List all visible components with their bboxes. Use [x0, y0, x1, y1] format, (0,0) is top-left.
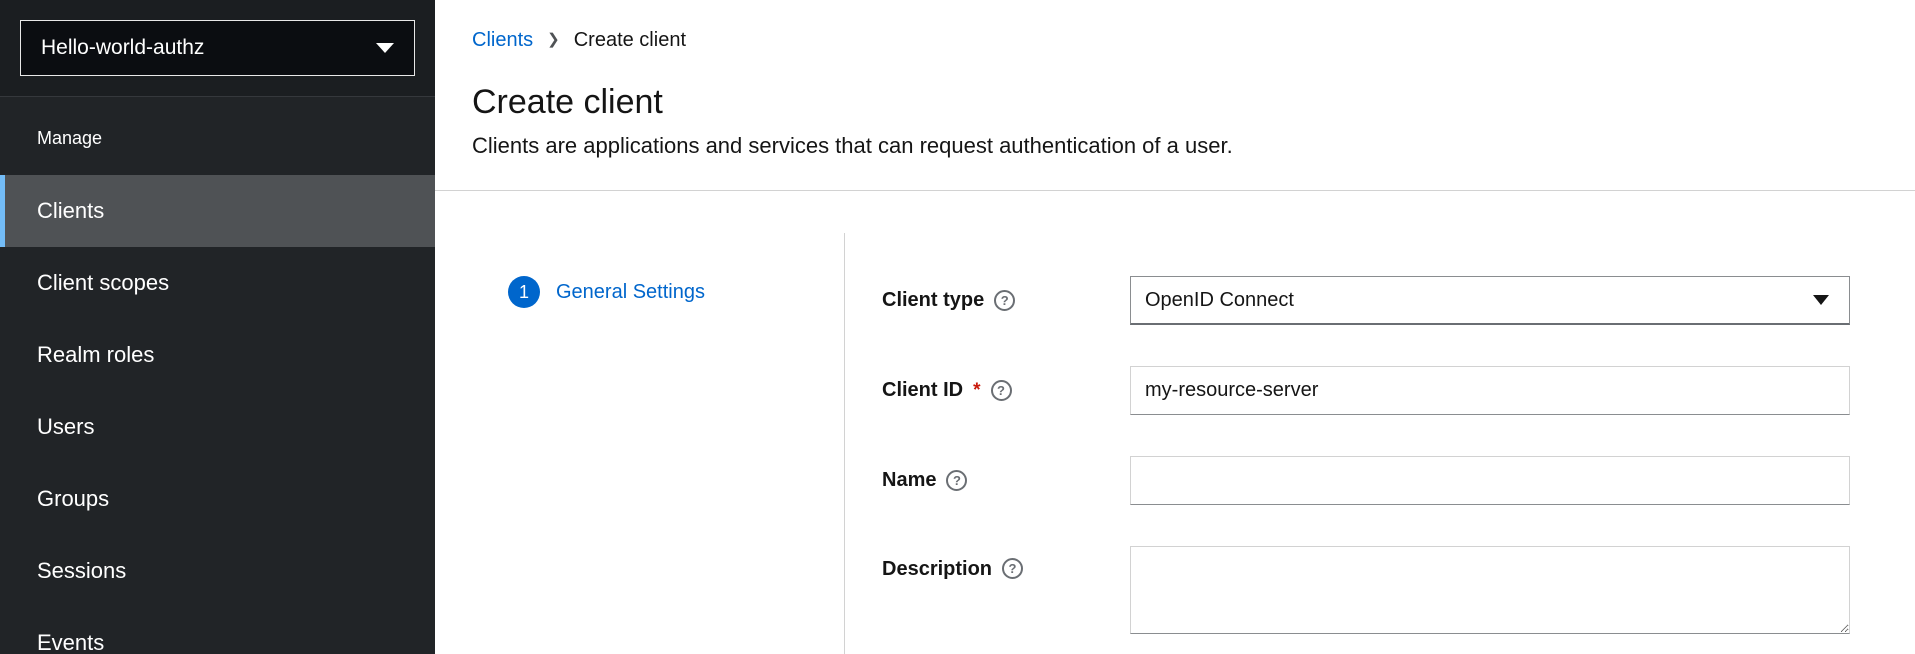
page-header: Clients ❯ Create client Create client Cl…: [435, 0, 1915, 160]
client-type-select[interactable]: OpenID Connect: [1130, 276, 1850, 325]
breadcrumb-clients-link[interactable]: Clients: [472, 28, 533, 52]
client-type-label-group: Client type ?: [882, 276, 1130, 325]
realm-selector-area: Hello-world-authz: [0, 0, 435, 97]
nav-item-label: Groups: [37, 486, 109, 511]
nav-item-label: Sessions: [37, 558, 126, 583]
client-type-selected-value: OpenID Connect: [1145, 289, 1294, 312]
nav-item-label: Realm roles: [37, 342, 154, 367]
sidebar-item-sessions[interactable]: Sessions: [0, 535, 435, 607]
step-number-badge: 1: [508, 276, 540, 308]
description-label: Description: [882, 558, 992, 581]
sidebar: Hello-world-authz Manage Clients Client …: [0, 0, 435, 654]
sidebar-nav: Manage Clients Client scopes Realm roles…: [0, 97, 435, 654]
description-textarea[interactable]: [1130, 546, 1850, 634]
caret-down-icon: [376, 43, 394, 53]
nav-item-label: Events: [37, 630, 104, 654]
form-row-client-type: Client type ? OpenID Connect: [882, 276, 1850, 325]
angle-right-icon: ❯: [547, 28, 560, 52]
nav-item-label: Client scopes: [37, 270, 169, 295]
wizard-step-general-settings[interactable]: 1 General Settings: [508, 276, 844, 308]
app-window: Hello-world-authz Manage Clients Client …: [0, 0, 1915, 654]
question-circle-icon[interactable]: ?: [1002, 558, 1023, 579]
nav-list: Clients Client scopes Realm roles Users …: [0, 175, 435, 654]
required-indicator: *: [973, 380, 980, 402]
realm-selector-dropdown[interactable]: Hello-world-authz: [20, 20, 415, 76]
name-input[interactable]: [1130, 456, 1850, 505]
page-title: Create client: [472, 82, 1878, 122]
client-type-label: Client type: [882, 289, 984, 312]
sidebar-item-client-scopes[interactable]: Client scopes: [0, 247, 435, 319]
name-label: Name: [882, 469, 936, 492]
realm-name: Hello-world-authz: [41, 36, 204, 60]
caret-down-icon: [1813, 295, 1829, 305]
nav-item-label: Users: [37, 414, 94, 439]
main-content: Clients ❯ Create client Create client Cl…: [435, 0, 1915, 654]
form-row-name: Name ?: [882, 456, 1850, 505]
name-label-group: Name ?: [882, 456, 1130, 505]
wizard-steps-nav: 1 General Settings: [435, 233, 845, 654]
form-row-description: Description ?: [882, 546, 1850, 634]
sidebar-item-clients[interactable]: Clients: [0, 175, 435, 247]
form-row-client-id: Client ID * ?: [882, 366, 1850, 415]
client-id-label-group: Client ID * ?: [882, 366, 1130, 415]
page-subtitle: Clients are applications and services th…: [472, 132, 1878, 160]
description-label-group: Description ?: [882, 546, 1130, 634]
header-divider: [435, 190, 1915, 191]
breadcrumb: Clients ❯ Create client: [472, 28, 1878, 52]
client-id-input[interactable]: [1130, 366, 1850, 415]
question-circle-icon[interactable]: ?: [994, 290, 1015, 311]
breadcrumb-current-page: Create client: [574, 28, 686, 52]
step-label: General Settings: [556, 281, 705, 304]
sidebar-item-realm-roles[interactable]: Realm roles: [0, 319, 435, 391]
sidebar-item-groups[interactable]: Groups: [0, 463, 435, 535]
nav-section-title-manage: Manage: [0, 97, 435, 175]
question-circle-icon[interactable]: ?: [946, 470, 967, 491]
question-circle-icon[interactable]: ?: [991, 380, 1012, 401]
sidebar-item-users[interactable]: Users: [0, 391, 435, 463]
create-client-form: Client type ? OpenID Connect Client ID *…: [845, 233, 1850, 654]
client-id-label: Client ID: [882, 379, 963, 402]
sidebar-item-events[interactable]: Events: [0, 607, 435, 654]
wizard-content: 1 General Settings Client type ? OpenID …: [435, 233, 1915, 654]
nav-item-label: Clients: [37, 198, 104, 223]
